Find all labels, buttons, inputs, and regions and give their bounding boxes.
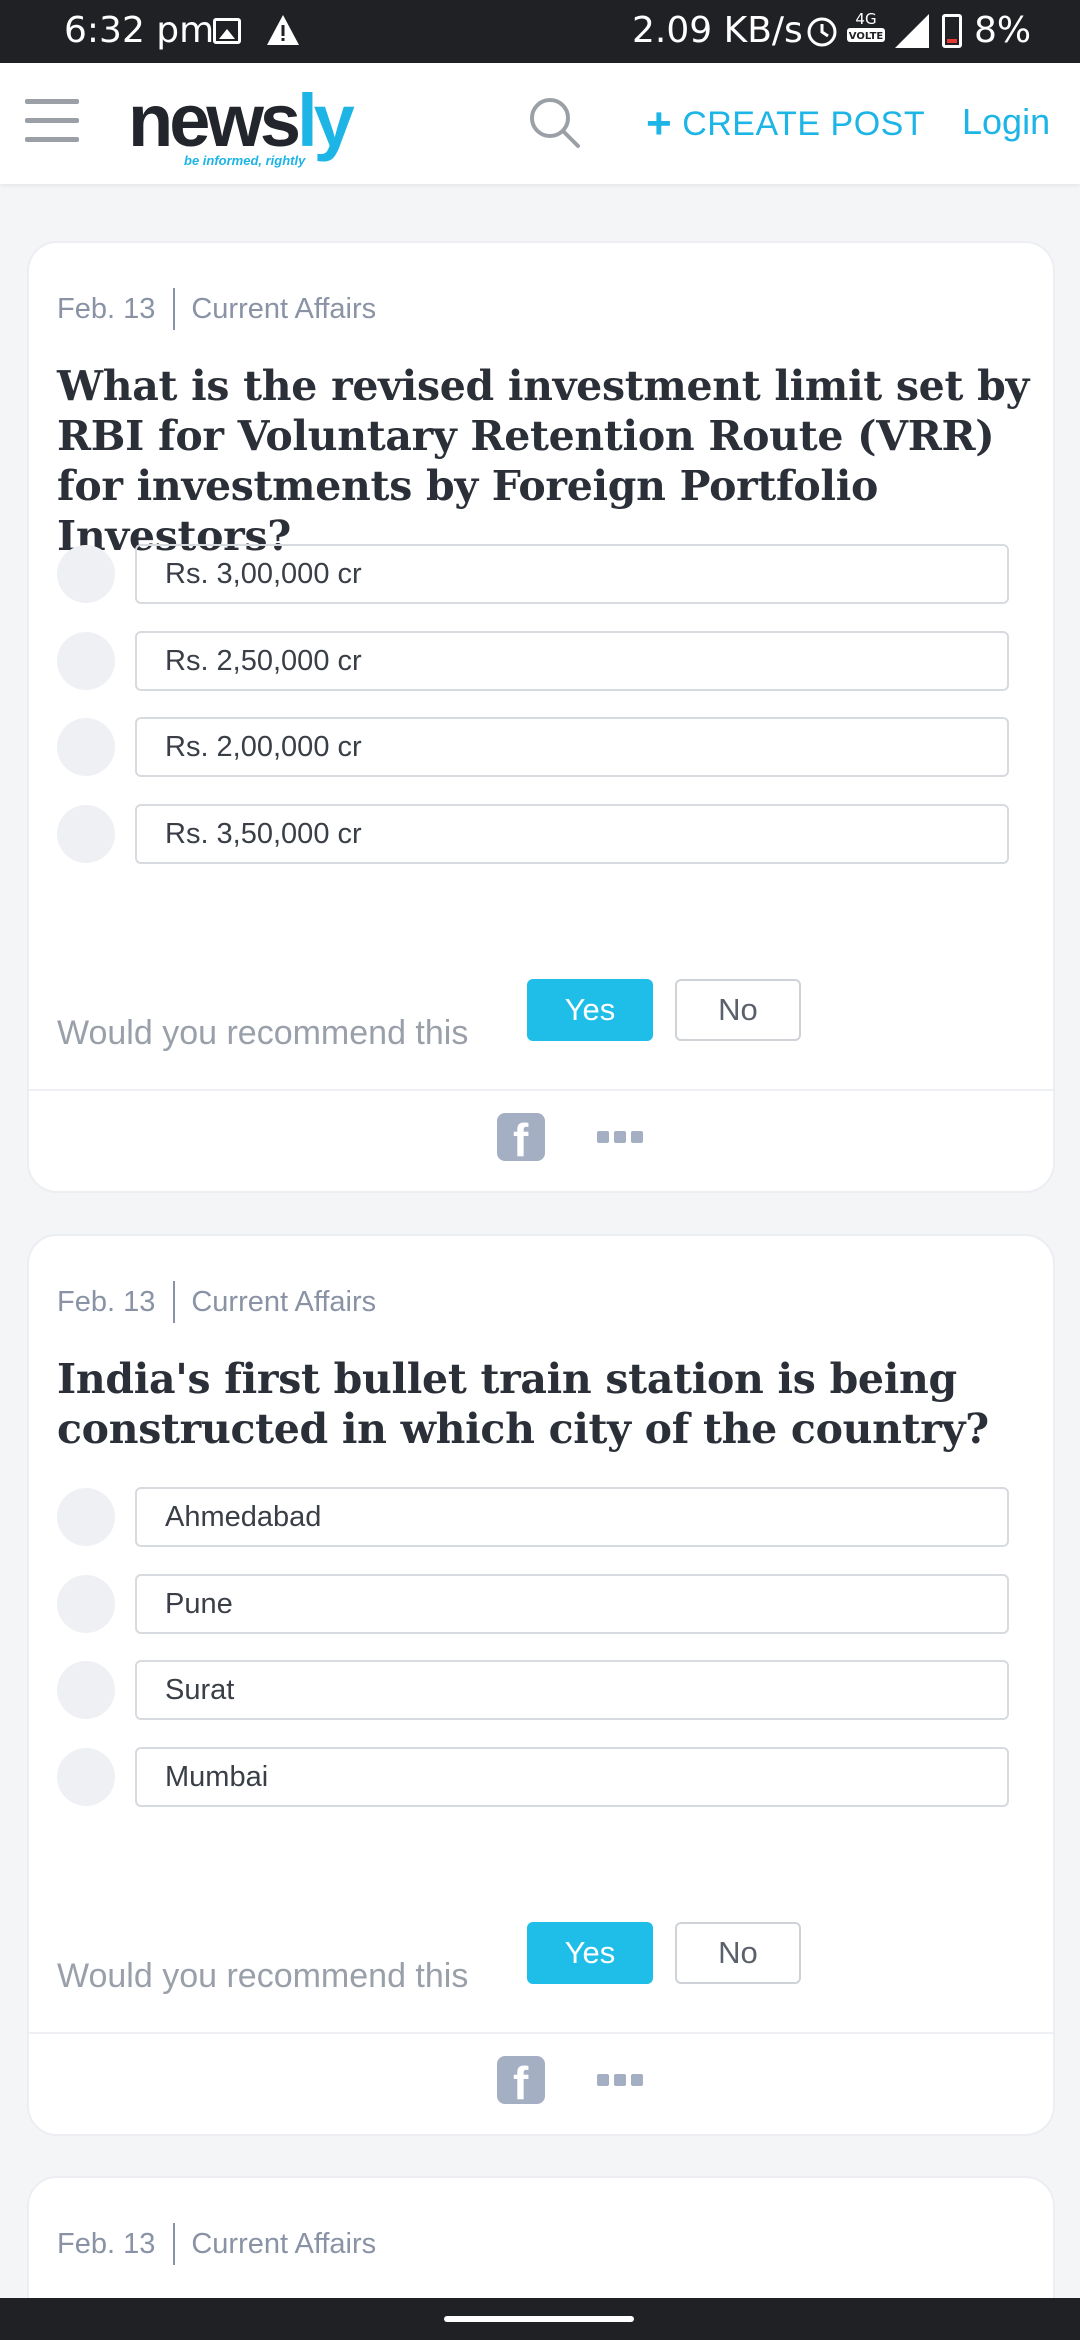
card-meta: Feb. 13 Current Affairs [57, 2223, 376, 2265]
volte-icon: 4G VOLTE [847, 10, 885, 42]
recommend-label: Would you recommend this [57, 1957, 469, 1995]
more-options-icon[interactable] [597, 2074, 643, 2088]
battery-icon [942, 14, 962, 48]
search-icon[interactable] [528, 96, 582, 150]
gallery-notification-icon [213, 18, 241, 44]
option-box[interactable]: Rs. 2,50,000 cr [135, 631, 1009, 691]
recommend-yes-button[interactable]: Yes [527, 979, 653, 1041]
option-radio[interactable] [57, 1488, 115, 1546]
home-gesture-handle[interactable] [444, 2316, 634, 2322]
card-date: Feb. 13 [57, 2227, 156, 2260]
login-link[interactable]: Login [962, 101, 1050, 143]
option-radio[interactable] [57, 632, 115, 690]
meta-separator [173, 2223, 176, 2265]
card-meta: Feb. 13 Current Affairs [57, 1281, 376, 1323]
logo-main: news [128, 79, 301, 162]
card-category[interactable]: Current Affairs [191, 1286, 376, 1319]
option-radio[interactable] [57, 805, 115, 863]
system-nav-bar [0, 2298, 1080, 2340]
option-box[interactable]: Pune [135, 1574, 1009, 1634]
newsly-logo[interactable]: newsly be informed, rightly [128, 81, 358, 173]
facebook-share-icon[interactable]: f [497, 1113, 545, 1161]
recommend-yes-button[interactable]: Yes [527, 1922, 653, 1984]
option-box[interactable]: Rs. 2,00,000 cr [135, 717, 1009, 777]
more-options-icon[interactable] [597, 1131, 643, 1145]
meta-separator [173, 288, 176, 330]
option-box[interactable]: Rs. 3,50,000 cr [135, 804, 1009, 864]
quiz-question[interactable]: India's first bullet train station is be… [57, 1354, 1037, 1454]
card-date: Feb. 13 [57, 292, 156, 325]
hamburger-menu-icon[interactable] [25, 99, 79, 143]
meta-separator [173, 1281, 176, 1323]
card-divider [29, 1089, 1053, 1091]
svg-text:4G: 4G [855, 10, 876, 28]
quiz-card: Feb. 13 Current Affairs India's first bu… [27, 1234, 1055, 2136]
warning-icon [267, 15, 299, 45]
option-box[interactable]: Ahmedabad [135, 1487, 1009, 1547]
logo-tagline: be informed, rightly [184, 153, 306, 168]
status-bar: 6:32 pm 2.09 KB/s 4G VOLTE 8% [0, 0, 1080, 63]
app-header: newsly be informed, rightly + CREATE POS… [0, 63, 1080, 184]
card-category[interactable]: Current Affairs [191, 293, 376, 326]
option-radio[interactable] [57, 1575, 115, 1633]
option-radio[interactable] [57, 1661, 115, 1719]
recommend-no-button[interactable]: No [675, 1922, 801, 1984]
recommend-no-button[interactable]: No [675, 979, 801, 1041]
option-radio[interactable] [57, 1748, 115, 1806]
card-category[interactable]: Current Affairs [191, 2228, 376, 2261]
plus-icon: + [646, 99, 673, 148]
recommend-label: Would you recommend this [57, 1014, 469, 1052]
create-post-button[interactable]: + CREATE POST [646, 99, 925, 149]
alarm-icon [807, 17, 837, 47]
option-radio[interactable] [57, 545, 115, 603]
card-divider [29, 2032, 1053, 2034]
create-post-label: CREATE POST [682, 104, 926, 143]
status-time: 6:32 pm [64, 10, 215, 51]
option-radio[interactable] [57, 718, 115, 776]
option-box[interactable]: Surat [135, 1660, 1009, 1720]
card-date: Feb. 13 [57, 1285, 156, 1318]
battery-percent: 8% [974, 10, 1032, 51]
logo-accent: ly [297, 79, 355, 162]
network-speed: 2.09 KB/s [632, 10, 803, 51]
card-meta: Feb. 13 Current Affairs [57, 288, 376, 330]
quiz-question[interactable]: What is the revised investment limit set… [57, 361, 1037, 561]
facebook-share-icon[interactable]: f [497, 2056, 545, 2104]
quiz-card: Feb. 13 Current Affairs What is the revi… [27, 241, 1055, 1193]
signal-icon [895, 14, 929, 48]
svg-text:VOLTE: VOLTE [849, 31, 884, 42]
option-box[interactable]: Rs. 3,00,000 cr [135, 544, 1009, 604]
option-box[interactable]: Mumbai [135, 1747, 1009, 1807]
